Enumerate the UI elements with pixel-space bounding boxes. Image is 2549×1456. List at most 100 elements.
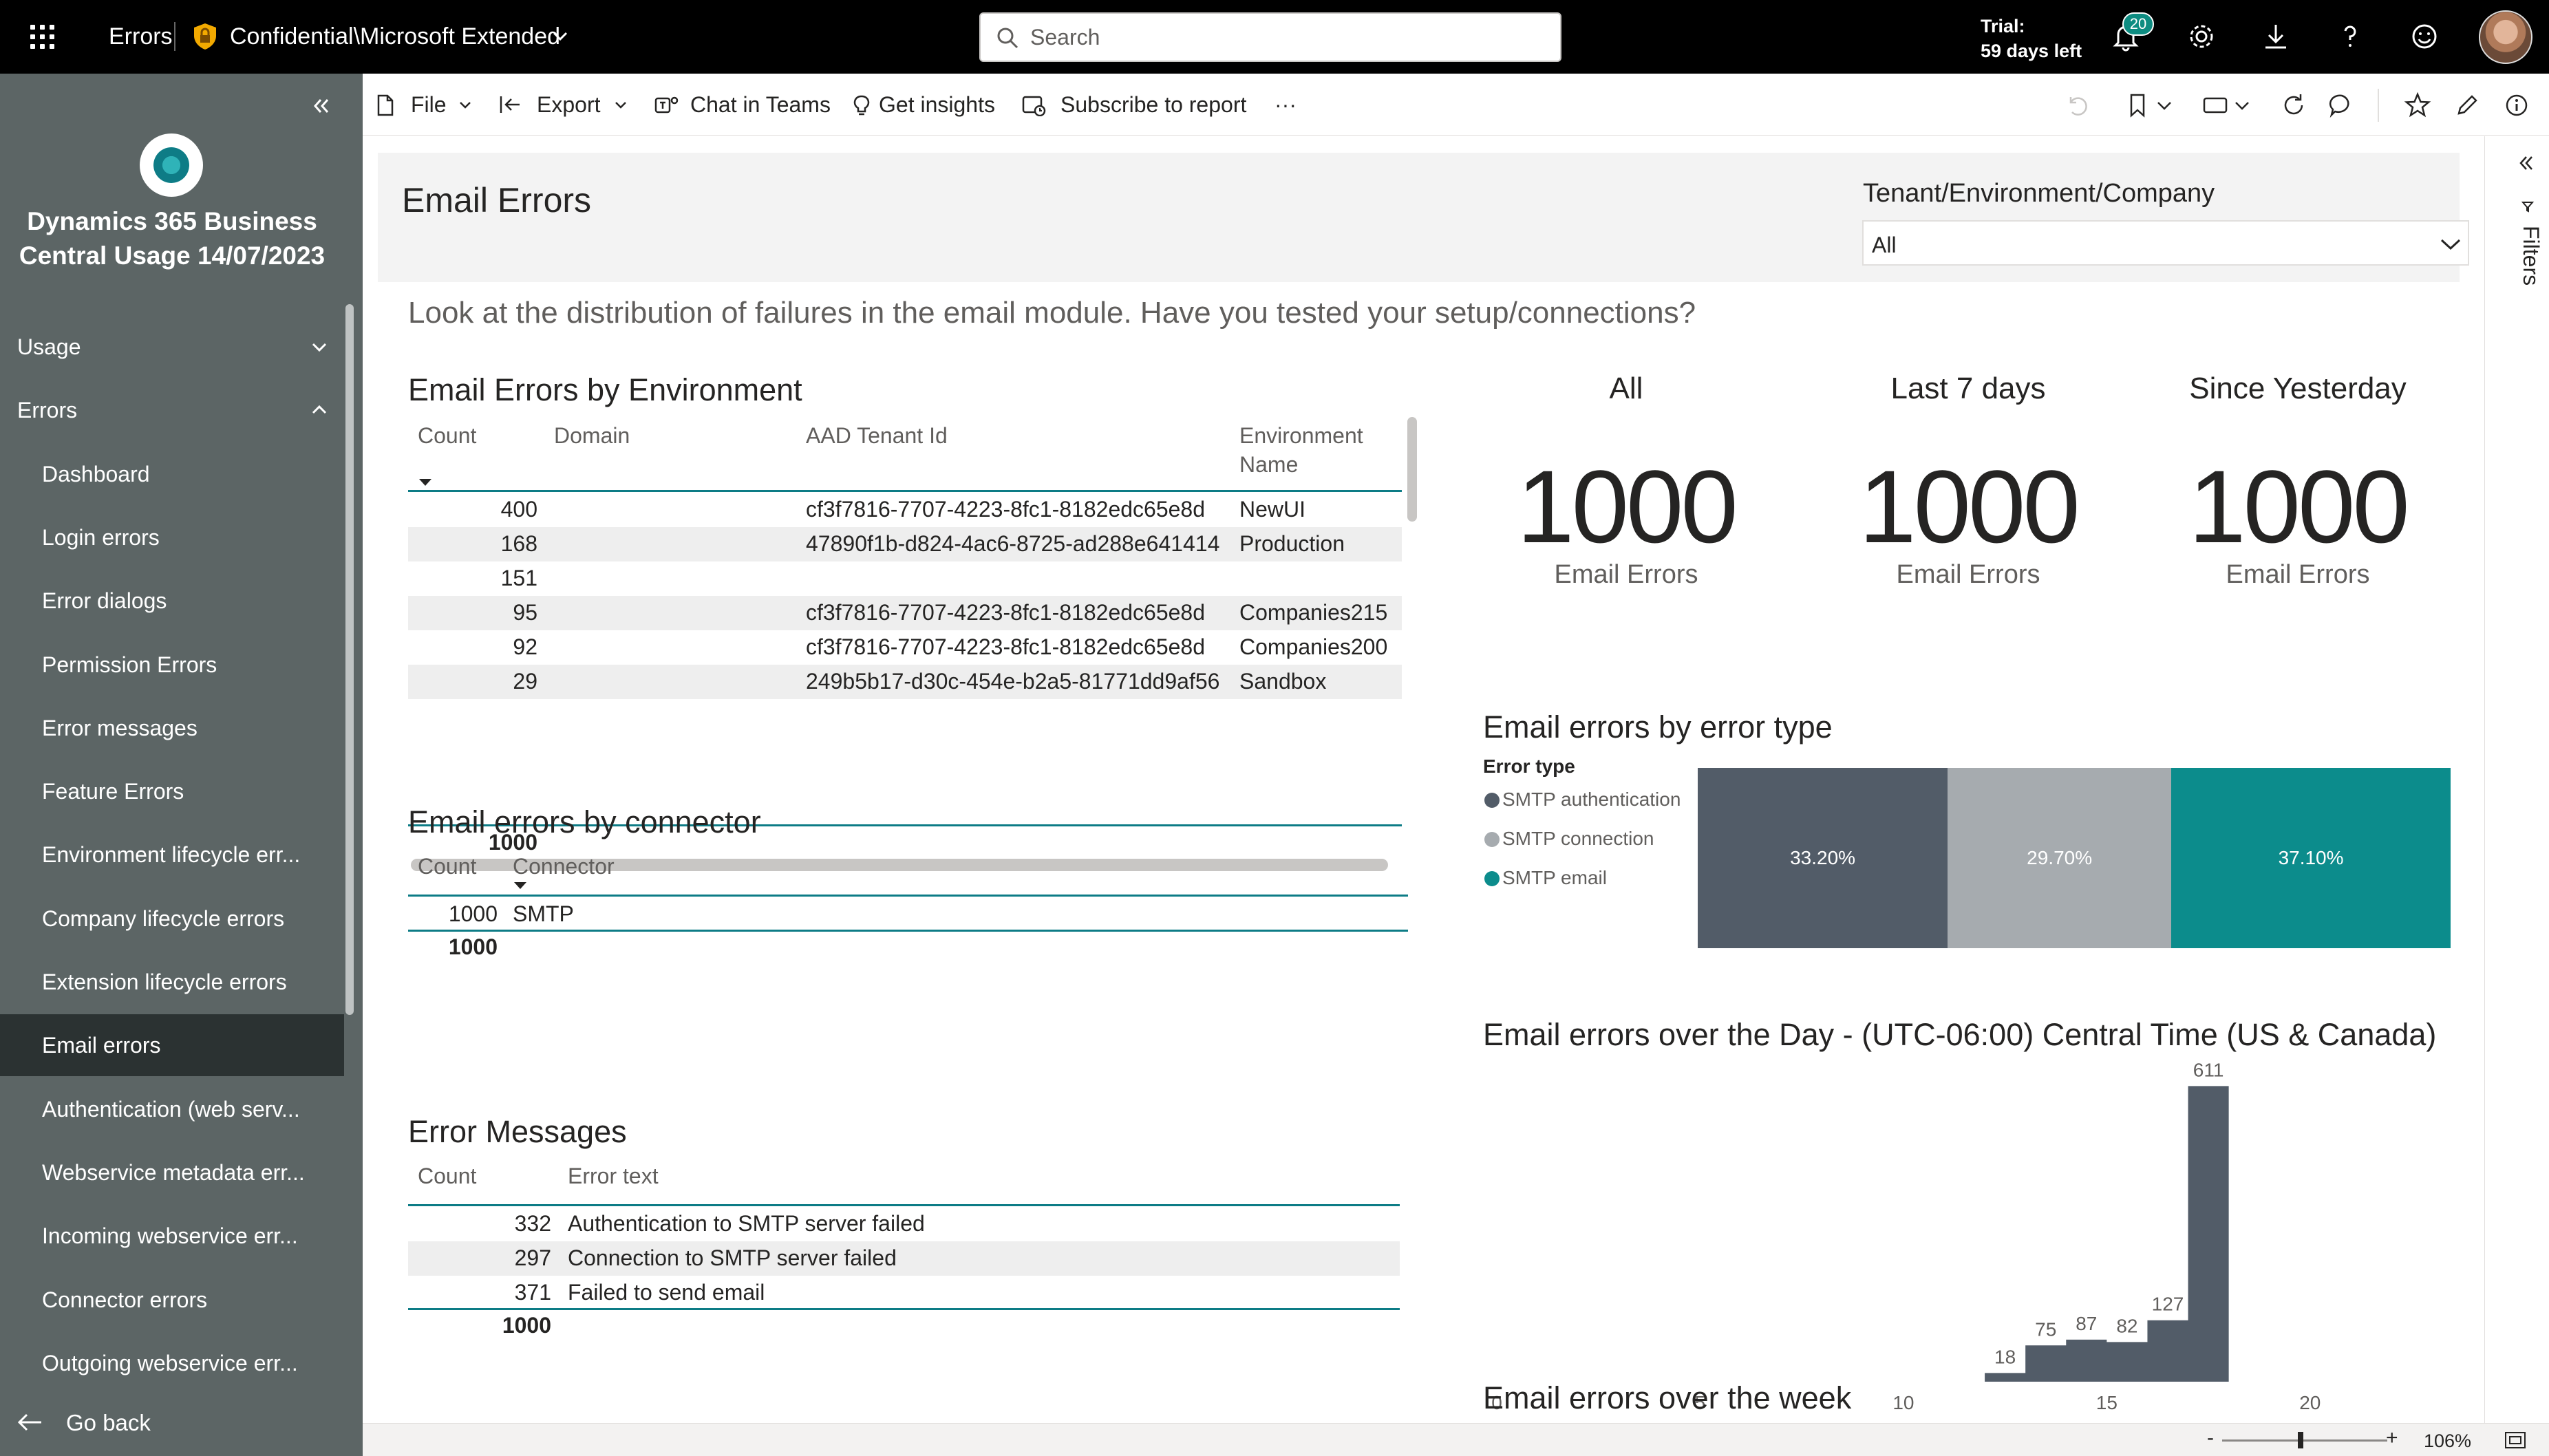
table-row[interactable]: 297 Connection to SMTP server failed — [408, 1241, 1400, 1276]
column-header-count[interactable]: Count — [418, 1161, 476, 1190]
comment-icon[interactable] — [2328, 92, 2356, 119]
bar-segment[interactable]: 33.20% — [1698, 768, 1948, 948]
nav-item[interactable]: Errors — [0, 379, 344, 441]
sort-descending-icon[interactable] — [418, 478, 433, 487]
app-name[interactable]: Errors — [109, 23, 173, 50]
trial-status[interactable]: Trial: 59 days left — [1981, 14, 2082, 63]
search-box[interactable] — [979, 12, 1561, 62]
legend-label: SMTP email — [1502, 867, 1607, 888]
nav-item[interactable]: Webservice metadata err... — [0, 1142, 344, 1203]
favorite-star-icon[interactable] — [2404, 92, 2431, 119]
column-header-domain[interactable]: Domain — [554, 421, 630, 450]
view-icon[interactable] — [2201, 92, 2229, 119]
cell-environment: Companies215 — [1239, 600, 1388, 625]
tenant-slicer-dropdown[interactable]: All — [1862, 220, 2469, 266]
sort-descending-icon[interactable] — [513, 881, 528, 890]
avatar[interactable] — [2479, 10, 2532, 64]
kpi-card[interactable]: All 1000 Email Errors — [1482, 363, 1771, 749]
nav-item[interactable]: Connector errors — [0, 1269, 344, 1331]
divider — [2378, 89, 2379, 122]
table-row[interactable]: 95 cf3f7816-7707-4223-8fc1-8182edc65e8d Co… — [408, 596, 1402, 630]
nav-item[interactable]: Incoming webservice err... — [0, 1205, 344, 1267]
nav-item-label: Extension lifecycle errors — [42, 970, 287, 994]
column-header-tenant[interactable]: AAD Tenant Id — [806, 421, 948, 450]
edit-pencil-icon[interactable] — [2453, 92, 2481, 119]
go-back-button[interactable]: Go back — [0, 1391, 344, 1453]
get-insights-button[interactable]: Get insights — [853, 89, 1004, 120]
cell-tenant-id: 249b5b17-d30c-454e-b2a5-81771dd9af56 — [806, 669, 1220, 694]
bar-segment[interactable]: 29.70% — [1948, 768, 2172, 948]
column-header-error-text[interactable]: Error text — [568, 1161, 659, 1190]
chevron-down-icon[interactable] — [2233, 92, 2251, 119]
file-menu[interactable]: File — [376, 89, 480, 120]
bar-segment[interactable]: 37.10% — [2171, 768, 2451, 948]
table-vertical-scrollbar[interactable] — [1407, 417, 1417, 522]
search-input[interactable] — [1030, 22, 1539, 52]
app-launcher-icon[interactable] — [28, 23, 62, 51]
collapse-pane-icon[interactable] — [310, 94, 333, 118]
subscribe-to-report-button[interactable]: Subscribe to report — [1022, 89, 1263, 120]
zoom-out-button[interactable]: - — [2207, 1426, 2214, 1450]
chevron-down-icon[interactable] — [2155, 92, 2173, 119]
expand-filters-icon[interactable] — [2517, 153, 2535, 173]
cell-environment: NewUI — [1239, 497, 1306, 522]
table-row[interactable]: 29 249b5b17-d30c-454e-b2a5-81771dd9af56 Sa… — [408, 665, 1402, 699]
divider — [174, 22, 175, 51]
data-label: 18 — [1994, 1346, 2016, 1367]
table-row[interactable]: 332 Authentication to SMTP server failed — [408, 1207, 1400, 1241]
nav-item[interactable]: Error dialogs — [0, 570, 344, 632]
legend-title: Error type — [1483, 756, 1575, 777]
nav-item[interactable]: Error messages — [0, 697, 344, 759]
bookmark-icon[interactable] — [2124, 92, 2152, 119]
nav-item[interactable]: Permission Errors — [0, 634, 344, 696]
zoom-in-button[interactable]: + — [2386, 1426, 2398, 1450]
help-icon[interactable] — [2334, 21, 2366, 52]
fit-to-page-icon[interactable] — [2504, 1431, 2526, 1450]
chat-in-teams-button[interactable]: Chat in Teams — [654, 89, 833, 120]
legend-item[interactable]: SMTP authentication — [1484, 789, 1681, 811]
nav-item[interactable]: Authentication (web serv... — [0, 1078, 344, 1140]
zoom-slider-thumb[interactable] — [2298, 1432, 2303, 1448]
table-row[interactable]: 168 47890f1b-d824-4ac6-8725-ad288e641414 P… — [408, 527, 1402, 561]
info-icon[interactable] — [2503, 92, 2530, 119]
zoom-slider[interactable] — [2222, 1439, 2387, 1442]
more-options-button[interactable]: ··· — [1274, 89, 1302, 120]
refresh-icon[interactable] — [2280, 92, 2307, 119]
nav-item[interactable]: Company lifecycle errors — [0, 888, 344, 950]
table-row[interactable]: 371 Failed to send email — [408, 1276, 1400, 1310]
zoom-level[interactable]: 106% — [2424, 1431, 2471, 1452]
error-type-chart-title: Email errors by error type — [1483, 709, 1833, 745]
column-header-environment[interactable]: Environment Name — [1239, 421, 1363, 479]
sensitivity-lock-icon — [194, 23, 216, 50]
feedback-smiley-icon[interactable] — [2409, 21, 2440, 52]
column-header-count[interactable]: Count — [418, 852, 476, 881]
nav-scrollbar[interactable] — [345, 304, 354, 1015]
cell-error-text: Failed to send email — [568, 1280, 765, 1305]
area-series[interactable] — [1985, 1086, 2229, 1382]
gear-icon[interactable] — [2186, 21, 2217, 52]
nav-item[interactable]: Environment lifecycle err... — [0, 824, 344, 886]
column-header-connector[interactable]: Connector — [513, 852, 615, 881]
filters-pane[interactable]: Filters — [2484, 136, 2549, 1423]
undo-icon[interactable] — [2064, 92, 2091, 119]
nav-item[interactable]: Outgoing webservice err... — [0, 1332, 344, 1394]
nav-item[interactable]: Dashboard — [0, 443, 344, 505]
export-menu[interactable]: Export — [499, 89, 637, 120]
table-row[interactable]: 151 — [408, 561, 1402, 596]
kpi-card[interactable]: Since Yesterday 1000 Email Errors — [2153, 363, 2442, 749]
subscribe-icon — [1022, 96, 1046, 116]
kpi-card[interactable]: Last 7 days 1000 Email Errors — [1824, 363, 2113, 749]
column-header-count[interactable]: Count — [418, 421, 476, 450]
nav-item[interactable]: Extension lifecycle errors — [0, 951, 344, 1013]
legend-item[interactable]: SMTP connection — [1484, 828, 1654, 850]
nav-item[interactable]: Usage — [0, 316, 344, 378]
nav-item[interactable]: Feature Errors — [0, 760, 344, 822]
legend-item[interactable]: SMTP email — [1484, 867, 1607, 889]
sensitivity-label[interactable]: Confidential\Microsoft Extended — [230, 23, 560, 50]
nav-item[interactable]: Email errors — [0, 1014, 344, 1077]
chevron-down-icon[interactable] — [551, 26, 570, 45]
download-icon[interactable] — [2260, 21, 2292, 52]
table-row[interactable]: 92 cf3f7816-7707-4223-8fc1-8182edc65e8d Co… — [408, 630, 1402, 665]
table-row[interactable]: 400 cf3f7816-7707-4223-8fc1-8182edc65e8d N… — [408, 493, 1402, 527]
nav-item[interactable]: Login errors — [0, 506, 344, 568]
